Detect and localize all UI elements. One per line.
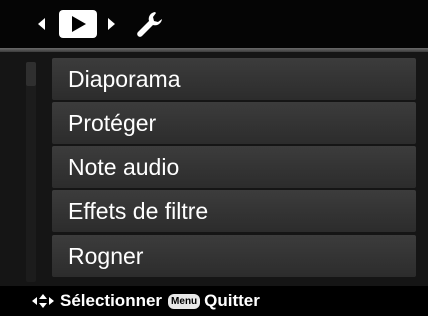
arrow-right-icon[interactable] <box>106 0 118 48</box>
select-hint-label: Sélectionner <box>60 291 163 310</box>
playback-icon[interactable] <box>56 0 100 48</box>
wrench-icon[interactable] <box>128 0 172 48</box>
scrollbar[interactable] <box>26 62 36 282</box>
quit-hint-label: Quitter <box>204 291 260 310</box>
menu-key-icon: Menu <box>168 293 201 309</box>
bottom-hint-bar: Sélectionner Menu Quitter <box>0 286 428 316</box>
dpad-icon <box>32 294 54 308</box>
arrow-left-icon[interactable] <box>36 0 48 48</box>
menu-item-diaporama[interactable]: Diaporama <box>52 58 416 100</box>
menu-item-note-audio[interactable]: Note audio <box>52 146 416 188</box>
menu-item-proteger[interactable]: Protéger <box>52 102 416 144</box>
scrollbar-thumb[interactable] <box>26 62 36 86</box>
menu-item-rogner[interactable]: Rogner <box>52 235 416 277</box>
menu-item-effets-de-filtre[interactable]: Effets de filtre <box>52 190 416 232</box>
top-tab-bar <box>0 0 428 48</box>
